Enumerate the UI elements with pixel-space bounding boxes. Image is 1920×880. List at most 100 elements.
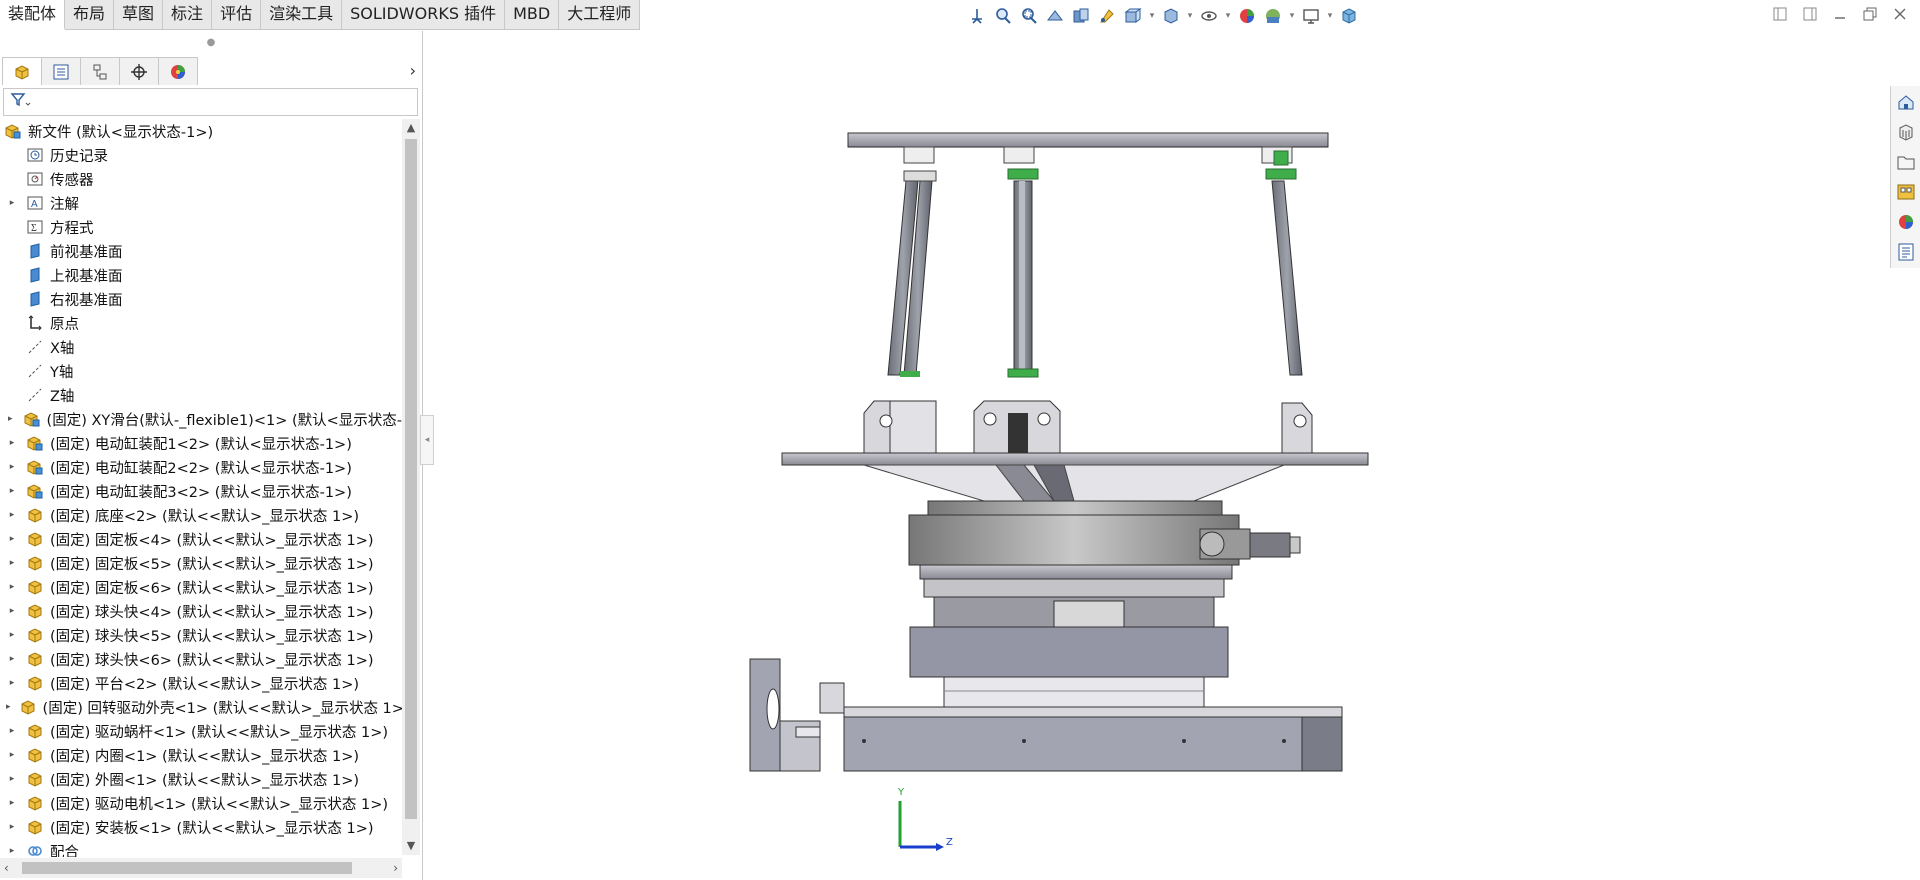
expand-arrow-icon[interactable]: ▸: [6, 798, 18, 808]
appearances-icon[interactable]: [1893, 208, 1919, 236]
graphics-area[interactable]: Y Z: [424, 31, 1884, 880]
tree-item[interactable]: 传感器: [0, 167, 402, 191]
tab-sketch[interactable]: 草图: [114, 0, 164, 30]
close-icon[interactable]: [1890, 4, 1910, 24]
file-explorer-icon[interactable]: [1893, 148, 1919, 176]
filter-icon[interactable]: [10, 91, 32, 113]
base-plate[interactable]: [781, 452, 1369, 502]
expand-arrow-icon[interactable]: ▸: [6, 462, 18, 472]
hide-show-caret[interactable]: ▾: [1224, 11, 1232, 21]
slewing-drive[interactable]: [908, 500, 1301, 580]
tree-item[interactable]: ▸ (固定) 底座<2> (默认<<默认>_显示状态 1>): [0, 503, 402, 527]
tree-item[interactable]: ▸ (固定) 电动缸装配3<2> (默认<显示状态-1>): [0, 479, 402, 503]
previous-view-icon[interactable]: [1044, 5, 1066, 27]
expand-arrow-icon[interactable]: ▸: [6, 822, 18, 832]
scroll-down-icon[interactable]: ▼: [402, 837, 420, 855]
expand-arrow-icon[interactable]: ▸: [6, 438, 18, 448]
expand-arrow-icon[interactable]: ▸: [6, 726, 18, 736]
tree-item[interactable]: ▸ (固定) 固定板<4> (默认<<默认>_显示状态 1>): [0, 527, 402, 551]
tab-solidworks-addins[interactable]: SOLIDWORKS 插件: [342, 0, 506, 30]
expand-arrow-icon[interactable]: ▸: [6, 486, 18, 496]
custom-properties-icon[interactable]: [1893, 238, 1919, 266]
apply-scene-caret[interactable]: ▾: [1288, 11, 1296, 21]
scroll-right-icon[interactable]: ›: [393, 858, 398, 878]
tree-item[interactable]: ▸ (固定) 安装板<1> (默认<<默认>_显示状态 1>): [0, 815, 402, 839]
tab-assembly[interactable]: 装配体: [0, 0, 66, 30]
expand-arrow-icon[interactable]: ▸: [6, 678, 18, 688]
dock-right-icon[interactable]: [1800, 4, 1820, 24]
tree-item[interactable]: ▸ 配合: [0, 839, 402, 858]
expand-arrow-icon[interactable]: ▸: [6, 582, 18, 592]
tab-engineer[interactable]: 大工程师: [559, 0, 641, 30]
dimxpert-tab[interactable]: [119, 57, 159, 85]
hide-show-icon[interactable]: [1198, 5, 1220, 27]
tree-item[interactable]: Y轴: [0, 359, 402, 383]
tree-item[interactable]: 前视基准面: [0, 239, 402, 263]
tab-layout[interactable]: 布局: [65, 0, 115, 30]
tree-item[interactable]: ▸ (固定) 球头快<4> (默认<<默认>_显示状态 1>): [0, 599, 402, 623]
tree-item[interactable]: ▸ (固定) 球头快<5> (默认<<默认>_显示状态 1>): [0, 623, 402, 647]
tree-item[interactable]: Z轴: [0, 383, 402, 407]
tree-item[interactable]: ▸ (固定) 回转驱动外壳<1> (默认<<默认>_显示状态 1>: [0, 695, 402, 719]
tree-vertical-scrollbar[interactable]: ▲ ▼: [402, 119, 420, 855]
assembly-model[interactable]: [424, 31, 1884, 880]
tree-item[interactable]: X轴: [0, 335, 402, 359]
actuator-legs[interactable]: [887, 150, 1303, 378]
tree-horizontal-scrollbar[interactable]: ‹ ›: [0, 858, 402, 878]
xy-slide-table[interactable]: [843, 578, 1343, 772]
dynamic-annotation-icon[interactable]: [1096, 5, 1118, 27]
expand-arrow-icon[interactable]: ▸: [6, 846, 18, 856]
tree-filter[interactable]: [3, 88, 418, 116]
expand-arrow-icon[interactable]: ▸: [6, 510, 18, 520]
view-settings-caret[interactable]: ▾: [1326, 11, 1334, 21]
scroll-left-icon[interactable]: ‹: [4, 858, 9, 878]
tree-item[interactable]: ▸ A 注解: [0, 191, 402, 215]
scroll-up-icon[interactable]: ▲: [402, 119, 420, 137]
scroll-thumb[interactable]: [405, 139, 417, 819]
apply-scene-icon[interactable]: [1262, 5, 1284, 27]
display-style-caret[interactable]: ▾: [1186, 11, 1194, 21]
tree-item[interactable]: 原点: [0, 311, 402, 335]
hscroll-thumb[interactable]: [22, 862, 352, 874]
expand-arrow-icon[interactable]: ▸: [6, 654, 18, 664]
tree-item[interactable]: ▸ (固定) 驱动电机<1> (默认<<默认>_显示状态 1>): [0, 791, 402, 815]
tree-item[interactable]: ▸ (固定) 电动缸装配1<2> (默认<显示状态-1>): [0, 431, 402, 455]
cube-icon[interactable]: [1338, 5, 1360, 27]
design-library-icon[interactable]: [1893, 118, 1919, 146]
tree-item[interactable]: ▸ (固定) 固定板<5> (默认<<默认>_显示状态 1>): [0, 551, 402, 575]
tab-evaluate[interactable]: 评估: [212, 0, 262, 30]
zoom-area-icon[interactable]: [1018, 5, 1040, 27]
tab-mbd[interactable]: MBD: [505, 0, 560, 30]
tree-item[interactable]: ▸ (固定) 驱动蜗杆<1> (默认<<默认>_显示状态 1>): [0, 719, 402, 743]
feature-tree-tab[interactable]: [2, 57, 42, 85]
tree-item[interactable]: 右视基准面: [0, 287, 402, 311]
tree-root[interactable]: 新文件 (默认<显示状态-1>): [0, 119, 402, 143]
expand-arrow-icon[interactable]: ▸: [6, 606, 18, 616]
expand-arrow-icon[interactable]: ▸: [6, 702, 11, 712]
expand-arrow-icon[interactable]: ▸: [6, 198, 18, 208]
tree-item[interactable]: ▸ (固定) 电动缸装配2<2> (默认<显示状态-1>): [0, 455, 402, 479]
property-manager-tab[interactable]: [41, 57, 81, 85]
standard-views-icon[interactable]: [966, 5, 988, 27]
expand-arrow-icon[interactable]: ▸: [6, 414, 15, 424]
view-settings-icon[interactable]: [1300, 5, 1322, 27]
top-platform[interactable]: [847, 132, 1329, 164]
section-view-icon[interactable]: [1070, 5, 1092, 27]
chevron-right-icon[interactable]: ›: [410, 61, 416, 80]
minimize-icon[interactable]: [1830, 4, 1850, 24]
tab-markup[interactable]: 标注: [163, 0, 213, 30]
expand-arrow-icon[interactable]: ▸: [6, 750, 18, 760]
tree-item[interactable]: ▸ (固定) 外圈<1> (默认<<默认>_显示状态 1>): [0, 767, 402, 791]
tree-item[interactable]: ▸ (固定) 固定板<6> (默认<<默认>_显示状态 1>): [0, 575, 402, 599]
view-orientation-icon[interactable]: [1122, 5, 1144, 27]
expand-arrow-icon[interactable]: ▸: [6, 774, 18, 784]
tree-item[interactable]: 上视基准面: [0, 263, 402, 287]
tree-item[interactable]: ▸ (固定) 平台<2> (默认<<默认>_显示状态 1>): [0, 671, 402, 695]
configuration-manager-tab[interactable]: [80, 57, 120, 85]
tab-render-tools[interactable]: 渲染工具: [261, 0, 343, 30]
tree-item[interactable]: ▸ (固定) 球头快<6> (默认<<默认>_显示状态 1>): [0, 647, 402, 671]
restore-icon[interactable]: [1860, 4, 1880, 24]
expand-arrow-icon[interactable]: ▸: [6, 534, 18, 544]
display-style-icon[interactable]: [1160, 5, 1182, 27]
leg-mounts[interactable]: [863, 400, 1313, 454]
